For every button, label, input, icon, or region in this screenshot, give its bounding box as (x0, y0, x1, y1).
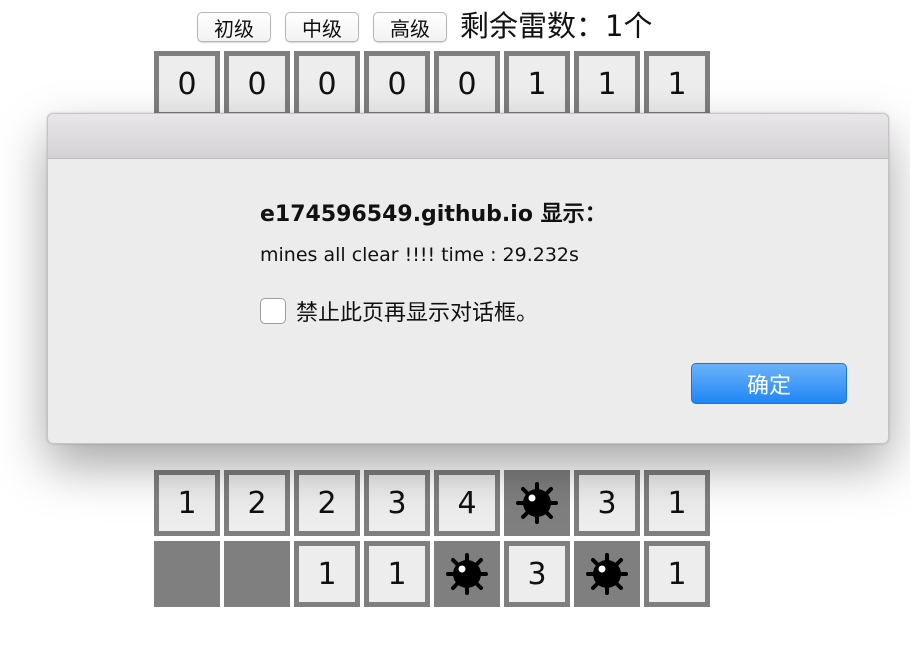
beginner-button[interactable]: 初级 (197, 12, 271, 42)
revealed-cell[interactable]: 0 (154, 51, 220, 117)
dialog-message: mines all clear !!!! time : 29.232s (260, 244, 579, 266)
mine-icon (586, 553, 628, 595)
revealed-cell[interactable]: 3 (504, 541, 570, 607)
mine-icon (516, 482, 558, 524)
mines-remaining: 剩余雷数：1个 (460, 9, 653, 43)
expert-button[interactable]: 高级 (373, 12, 447, 42)
revealed-cell[interactable]: 1 (294, 541, 360, 607)
dialog-titlebar (48, 114, 888, 159)
cell-number: 0 (317, 66, 337, 102)
unrevealed-cell[interactable] (224, 541, 290, 607)
cell-number: 0 (247, 66, 267, 102)
cell-number: 1 (667, 66, 687, 102)
revealed-cell[interactable]: 1 (644, 470, 710, 536)
cell-number: 1 (177, 485, 197, 521)
cell-number: 1 (317, 556, 337, 592)
revealed-cell[interactable]: 1 (574, 51, 640, 117)
revealed-cell[interactable]: 3 (364, 470, 430, 536)
revealed-cell[interactable]: 1 (154, 470, 220, 536)
suppress-dialogs-checkbox[interactable] (260, 298, 286, 324)
cell-number: 1 (667, 485, 687, 521)
cell-number: 1 (527, 66, 547, 102)
cell-number: 4 (457, 485, 477, 521)
mine-icon (446, 553, 488, 595)
cell-number: 0 (177, 66, 197, 102)
revealed-cell[interactable]: 2 (294, 470, 360, 536)
revealed-cell[interactable]: 1 (364, 541, 430, 607)
revealed-cell[interactable]: 0 (434, 51, 500, 117)
cell-number: 3 (527, 556, 547, 592)
suppress-dialogs-row[interactable]: 禁止此页再显示对话框。 (260, 295, 538, 327)
intermediate-button[interactable]: 中级 (285, 12, 359, 42)
revealed-cell[interactable]: 0 (224, 51, 290, 117)
revealed-cell[interactable]: 4 (434, 470, 500, 536)
cell-number: 2 (317, 485, 337, 521)
revealed-cell[interactable]: 0 (294, 51, 360, 117)
mine-cell[interactable] (504, 470, 570, 536)
cell-number: 1 (387, 556, 407, 592)
revealed-cell[interactable]: 0 (364, 51, 430, 117)
unrevealed-cell[interactable] (154, 541, 220, 607)
revealed-cell[interactable]: 2 (224, 470, 290, 536)
cell-number: 0 (387, 66, 407, 102)
cell-number: 2 (247, 485, 267, 521)
cell-number: 3 (387, 485, 407, 521)
toolbar: 初级 中级 高级 剩余雷数：1个 (0, 6, 910, 46)
cell-number: 1 (597, 66, 617, 102)
revealed-cell[interactable]: 1 (504, 51, 570, 117)
cell-number: 1 (667, 556, 687, 592)
revealed-cell[interactable]: 3 (574, 470, 640, 536)
mine-cell[interactable] (434, 541, 500, 607)
mine-cell[interactable] (574, 541, 640, 607)
revealed-cell[interactable]: 1 (644, 541, 710, 607)
suppress-dialogs-label: 禁止此页再显示对话框。 (296, 301, 539, 326)
dialog-host: e174596549.github.io 显示： (260, 202, 607, 227)
cell-number: 3 (597, 485, 617, 521)
alert-dialog: e174596549.github.io 显示： mines all clear… (47, 113, 889, 444)
revealed-cell[interactable]: 1 (644, 51, 710, 117)
cell-number: 0 (457, 66, 477, 102)
ok-button[interactable]: 确定 (691, 363, 847, 404)
